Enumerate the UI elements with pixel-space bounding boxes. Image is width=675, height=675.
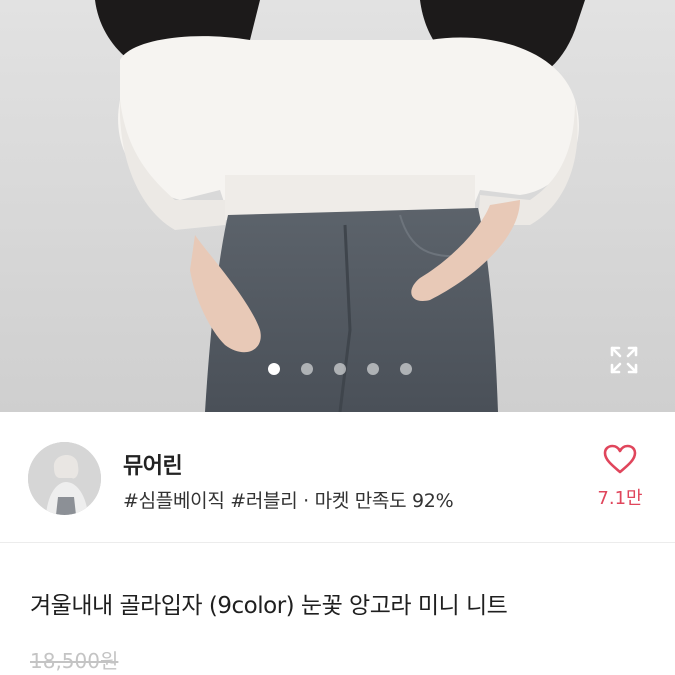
carousel-dot-5[interactable] — [400, 363, 412, 375]
carousel-indicator — [268, 363, 412, 375]
carousel-dot-4[interactable] — [367, 363, 379, 375]
product-image-carousel[interactable] — [0, 0, 675, 412]
seller-tags: #심플베이직 #러블리 · 마켓 만족도 92% — [123, 490, 454, 512]
section-divider — [0, 542, 675, 543]
seller-info: 뮤어린 #심플베이직 #러블리 · 마켓 만족도 92% 7.1만 — [0, 412, 675, 542]
like-count: 7.1만 — [597, 488, 643, 509]
seller-avatar[interactable] — [28, 442, 101, 515]
carousel-dot-1[interactable] — [268, 363, 280, 375]
product-photo — [0, 0, 675, 412]
expand-icon[interactable] — [608, 344, 640, 376]
carousel-dot-2[interactable] — [301, 363, 313, 375]
product-title: 겨울내내 골라입자 (9color) 눈꽃 앙고라 미니 니트 — [30, 593, 508, 619]
carousel-dot-3[interactable] — [334, 363, 346, 375]
seller-name[interactable]: 뮤어린 — [123, 448, 183, 480]
like-button[interactable]: 7.1만 — [596, 444, 644, 510]
original-price: 18,500원 — [30, 649, 119, 673]
heart-outline-icon — [603, 444, 637, 474]
